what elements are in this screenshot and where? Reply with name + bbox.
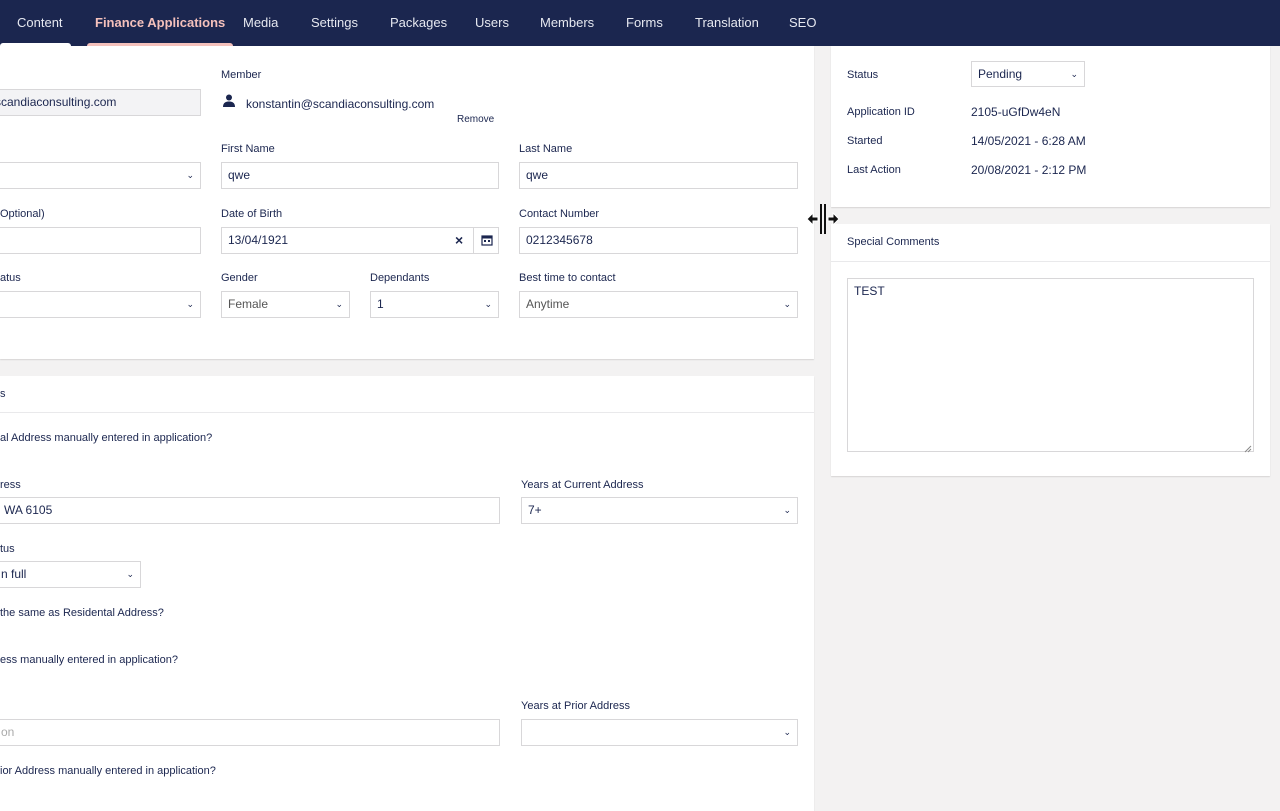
last-action-label: Last Action xyxy=(847,164,901,176)
dependants-label: Dependants xyxy=(370,272,430,284)
dependants-select[interactable]: 1 ⌄ xyxy=(370,291,499,318)
tab-forms[interactable]: Forms xyxy=(626,0,663,46)
chevron-down-icon: ⌄ xyxy=(186,299,194,309)
comments-text: TEST xyxy=(854,284,885,298)
marital-status-select[interactable]: ⌄ xyxy=(0,291,201,318)
special-comments-card: Special Comments TEST xyxy=(831,224,1270,476)
tab-seo[interactable]: SEO xyxy=(789,0,816,46)
last-name-field[interactable]: qwe xyxy=(519,162,798,189)
best-time-value: Anytime xyxy=(526,297,570,311)
years-prior-address-label: Years at Prior Address xyxy=(521,700,631,712)
section-divider xyxy=(831,261,1270,262)
tab-label: Media xyxy=(243,15,279,30)
started-value: 14/05/2021 - 6:28 AM xyxy=(971,134,1086,148)
optional-field-label: Optional) xyxy=(0,208,45,220)
tab-translation[interactable]: Translation xyxy=(695,0,759,46)
tab-label: Content xyxy=(17,15,63,30)
chevron-down-icon: ⌄ xyxy=(1070,69,1078,79)
tab-label: Finance Applications xyxy=(95,15,226,30)
status-label: Status xyxy=(847,69,879,81)
chevron-down-icon: ⌄ xyxy=(484,299,492,309)
residential-status-label: tus xyxy=(0,543,15,555)
years-current-address-label: Years at Current Address xyxy=(521,479,644,491)
first-name-field[interactable]: qwe xyxy=(221,162,499,189)
address-details-card: s al Address manually entered in applica… xyxy=(0,376,814,811)
resize-handle-icon[interactable] xyxy=(1244,442,1252,453)
residential-address-label: ress xyxy=(0,479,21,491)
email-field[interactable]: scandiaconsulting.com xyxy=(0,89,201,116)
remove-member-link[interactable]: Remove xyxy=(457,114,494,125)
clear-date-icon[interactable]: × xyxy=(455,230,463,250)
application-id-label: Application ID xyxy=(847,106,915,118)
contact-number-label: Contact Number xyxy=(519,208,600,220)
last-name-label: Last Name xyxy=(519,143,573,155)
application-summary-card: Status Pending ⌄ Application ID 2105-uGfD… xyxy=(831,46,1270,207)
years-prior-address-select[interactable]: ⌄ xyxy=(521,719,798,746)
dependants-value: 1 xyxy=(377,297,384,311)
gender-select[interactable]: Female ⌄ xyxy=(221,291,350,318)
years-current-address-select[interactable]: 7+ ⌄ xyxy=(521,497,798,524)
residential-address-field[interactable]: WA 6105 xyxy=(0,497,500,524)
chevron-down-icon: ⌄ xyxy=(126,569,134,579)
calendar-icon[interactable] xyxy=(481,234,493,246)
tab-media[interactable]: Media xyxy=(243,0,278,46)
applicant-details-card: scandiaconsulting.com Member konstantin@… xyxy=(0,46,814,359)
started-label: Started xyxy=(847,135,883,147)
tab-label: Translation xyxy=(695,15,759,30)
tab-label: Members xyxy=(540,15,595,30)
best-time-select[interactable]: Anytime ⌄ xyxy=(519,291,798,318)
member-email: konstantin@scandiaconsulting.com xyxy=(246,97,435,111)
gender-value: Female xyxy=(228,297,269,311)
date-field-separator xyxy=(473,227,474,254)
tab-packages[interactable]: Packages xyxy=(390,0,447,46)
tab-finance-applications[interactable]: Finance Applications xyxy=(87,0,234,46)
chevron-down-icon: ⌄ xyxy=(186,170,194,180)
years-current-value: 7+ xyxy=(528,503,542,517)
application-id-value: 2105-uGfDw4eN xyxy=(971,105,1061,119)
residential-status-value: n full xyxy=(1,567,27,581)
contact-number-field[interactable]: 0212345678 xyxy=(519,227,798,254)
title-select[interactable]: ⌄ xyxy=(0,162,201,189)
status-select[interactable]: Pending ⌄ xyxy=(971,61,1085,87)
tab-label: Users xyxy=(475,15,509,30)
chevron-down-icon: ⌄ xyxy=(335,299,343,309)
special-comments-title: Special Comments xyxy=(847,236,940,248)
tab-content[interactable]: Content xyxy=(0,0,71,46)
tab-members[interactable]: Members xyxy=(540,0,594,46)
tab-label: SEO xyxy=(789,15,817,30)
gender-label: Gender xyxy=(221,272,258,284)
chevron-down-icon: ⌄ xyxy=(783,299,791,309)
residential-status-select[interactable]: n full ⌄ xyxy=(0,561,141,588)
chevron-down-icon: ⌄ xyxy=(783,727,791,737)
tab-users[interactable]: Users xyxy=(475,0,509,46)
address-section-title: s xyxy=(0,388,6,400)
tab-label: Packages xyxy=(390,15,448,30)
top-navigation: Content Finance Applications Media Setti… xyxy=(0,0,1280,46)
special-comments-textarea[interactable]: TEST xyxy=(847,278,1254,452)
prior-address-field[interactable]: on xyxy=(0,719,500,746)
user-icon xyxy=(223,94,235,107)
status-value: Pending xyxy=(978,67,1023,81)
first-name-label: First Name xyxy=(221,143,275,155)
residential-manual-question: al Address manually entered in applicati… xyxy=(0,432,213,444)
last-action-value: 20/08/2021 - 2:12 PM xyxy=(971,163,1087,177)
dob-label: Date of Birth xyxy=(221,208,283,220)
chevron-down-icon: ⌄ xyxy=(783,505,791,515)
section-divider xyxy=(0,412,814,413)
tab-label: Forms xyxy=(626,15,663,30)
tab-settings[interactable]: Settings xyxy=(311,0,358,46)
prior-manual-question: ior Address manually entered in applicat… xyxy=(0,765,216,777)
postal-same-question: the same as Residental Address? xyxy=(0,607,164,619)
best-time-label: Best time to contact xyxy=(519,272,616,284)
member-label: Member xyxy=(221,69,262,81)
postal-manual-question: ess manually entered in application? xyxy=(0,654,178,666)
marital-status-label: atus xyxy=(0,272,21,284)
optional-field[interactable] xyxy=(0,227,201,254)
tab-label: Settings xyxy=(311,15,358,30)
dob-value: 13/04/1921 xyxy=(228,233,289,247)
